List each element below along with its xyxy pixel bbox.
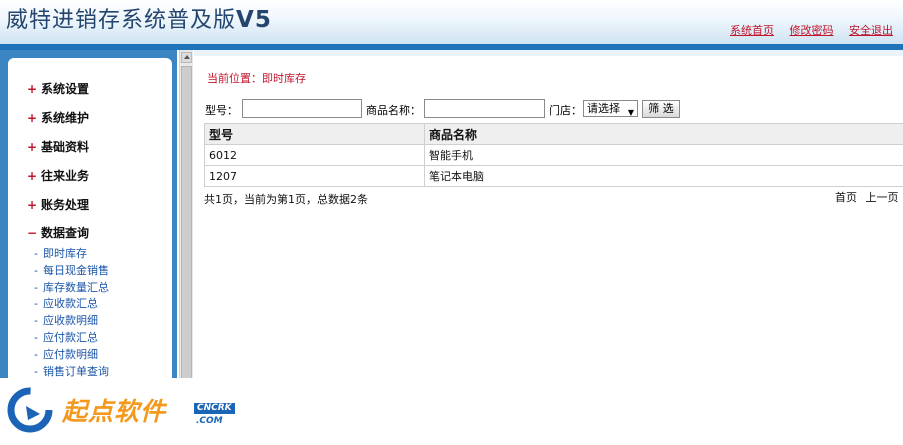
menu-group-label: 基础资料 [41, 140, 90, 154]
site-watermark: 起点软件 CNCRK .COM [0, 378, 244, 445]
watermark-badge: CNCRK [194, 403, 235, 414]
submenu-label: 库存数量汇总 [42, 280, 109, 294]
menu-group-label: 数据查询 [41, 226, 90, 240]
model-label: 型号： [205, 104, 238, 117]
cell-model: 6012 [204, 144, 425, 166]
watermark-domain: .COM [196, 416, 223, 426]
submenu-item-receivable-detail[interactable]: - 应收款明细 [34, 313, 109, 330]
product-name-input[interactable] [424, 99, 545, 118]
product-name-label: 商品名称： [366, 104, 421, 117]
bullet-dash: - [34, 263, 38, 277]
pager-links: 首页 上一页 [835, 189, 903, 205]
column-header-model[interactable]: 型号 [204, 123, 425, 145]
submenu-item-payable-summary[interactable]: - 应付款汇总 [34, 330, 109, 347]
bullet-dash: - [34, 247, 38, 260]
store-select-value: 请选择 [587, 102, 620, 115]
pager-first-link[interactable]: 首页 [835, 191, 857, 204]
submenu-label: 即时库存 [42, 247, 87, 260]
submenu-label: 应收款汇总 [42, 297, 98, 311]
expand-plus-icon: + [27, 140, 38, 154]
submenu-item-stock-summary[interactable]: - 库存数量汇总 [34, 280, 109, 297]
bullet-dash: - [34, 280, 38, 294]
scroll-up-arrow-icon[interactable] [181, 52, 192, 63]
submenu-label: 应付款汇总 [42, 330, 98, 344]
menu-group-business[interactable]: + 往来业务 [27, 167, 89, 184]
table-row[interactable]: 1207 笔记本电脑 [204, 165, 903, 187]
bullet-dash: - [34, 330, 38, 344]
app-title: 威特进销存系统普及版V5 [6, 2, 272, 34]
menu-group-label: 系统设置 [41, 82, 90, 96]
menu-group-system-settings[interactable]: + 系统设置 [27, 80, 89, 97]
submenu-item-daily-cash-sales[interactable]: - 每日现金销售 [34, 263, 109, 280]
menu-group-label: 账务处理 [41, 198, 90, 212]
breadcrumb: 当前位置：即时库存 [207, 72, 306, 85]
cell-product-name: 笔记本电脑 [424, 165, 903, 187]
menu-group-label: 系统维护 [41, 111, 90, 125]
submenu-label: 每日现金销售 [42, 263, 109, 277]
collapse-minus-icon: − [27, 226, 38, 240]
expand-plus-icon: + [27, 169, 38, 183]
content-top-strip [194, 50, 903, 56]
submenu-item-realtime-stock[interactable]: - 即时库存 [34, 246, 109, 263]
expand-plus-icon: + [27, 111, 38, 125]
bullet-dash: - [34, 347, 38, 361]
app-version: V5 [236, 7, 272, 33]
model-input[interactable] [242, 99, 362, 118]
expand-plus-icon: + [27, 198, 38, 212]
submenu-item-receivable-summary[interactable]: - 应收款汇总 [34, 296, 109, 313]
cell-product-name: 智能手机 [424, 144, 903, 166]
menu-group-system-maintenance[interactable]: + 系统维护 [27, 109, 89, 126]
menu-group-basic-data[interactable]: + 基础资料 [27, 138, 89, 155]
logout-link[interactable]: 安全退出 [849, 24, 893, 37]
store-label: 门店： [549, 104, 582, 117]
change-password-link[interactable]: 修改密码 [790, 24, 834, 37]
bullet-dash: - [34, 314, 38, 328]
bullet-dash: - [34, 297, 38, 311]
store-select[interactable]: 请选择 ▼ [583, 100, 638, 117]
header: 威特进销存系统普及版V5 系统首页 修改密码 安全退出 [0, 0, 903, 44]
table-header-row: 型号 商品名称 [204, 123, 903, 145]
top-links: 系统首页 修改密码 安全退出 [718, 22, 893, 38]
submenu-label: 应收款明细 [42, 314, 98, 328]
submenu-label: 销售订单查询 [42, 364, 109, 378]
table-row[interactable]: 6012 智能手机 [204, 144, 903, 166]
data-query-submenu: - 即时库存 - 每日现金销售 - 库存数量汇总 - 应收款汇总 - 应收款明细 - 应付款… [34, 246, 109, 380]
menu-group-data-query[interactable]: − 数据查询 [27, 224, 89, 241]
app-title-text: 威特进销存系统普及版 [6, 8, 237, 33]
main-content: 当前位置：即时库存 型号： 商品名称： 门店： 请选择 ▼ 筛 选 型号 商品名称… [194, 50, 903, 445]
stock-table: 型号 商品名称 6012 智能手机 1207 笔记本电脑 [204, 123, 903, 187]
pager-info: 共1页，当前为第1页，总数据2条 [204, 193, 368, 206]
pager-prev-link[interactable]: 上一页 [866, 191, 899, 204]
expand-plus-icon: + [27, 82, 38, 96]
dropdown-arrow-icon: ▼ [627, 108, 634, 117]
watermark-logo-icon [7, 387, 53, 433]
filter-button[interactable]: 筛 选 [642, 100, 680, 118]
submenu-item-payable-detail[interactable]: - 应付款明细 [34, 347, 109, 364]
watermark-text: 起点软件 [62, 397, 167, 426]
bullet-dash: - [34, 364, 38, 378]
home-link[interactable]: 系统首页 [730, 24, 774, 37]
cell-model: 1207 [204, 165, 425, 187]
app-window: 威特进销存系统普及版V5 系统首页 修改密码 安全退出 + 系统设置 + 系统维护 … [0, 0, 903, 445]
menu-group-label: 往来业务 [41, 169, 90, 183]
column-header-product-name[interactable]: 商品名称 [424, 123, 903, 145]
submenu-label: 应付款明细 [42, 347, 98, 361]
menu-group-accounting[interactable]: + 账务处理 [27, 196, 89, 213]
